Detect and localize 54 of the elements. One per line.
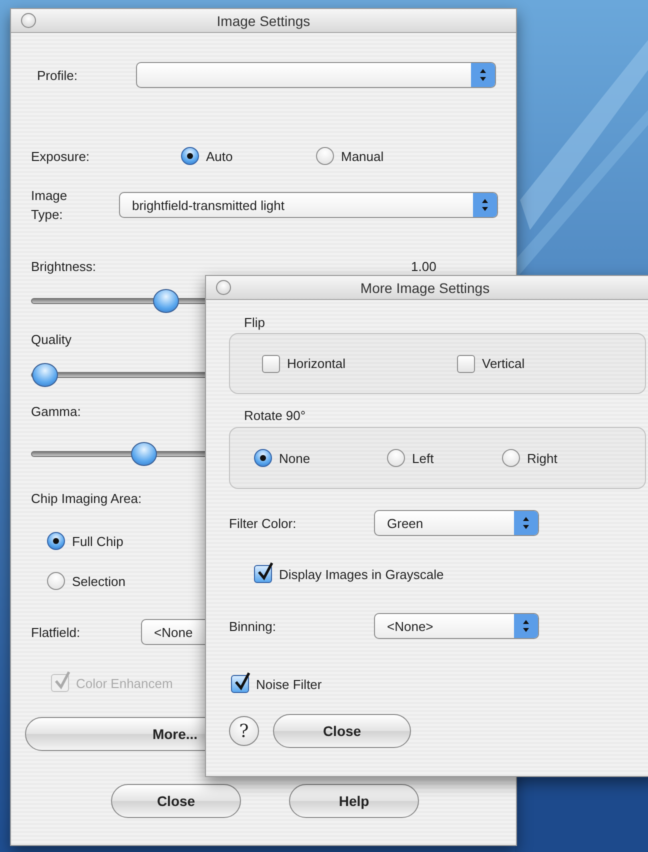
slider-thumb[interactable] — [130, 442, 157, 466]
slider-thumb[interactable] — [153, 289, 180, 313]
radio-button[interactable] — [181, 147, 199, 165]
close-button[interactable]: Close — [273, 714, 411, 748]
radio-button[interactable] — [316, 147, 334, 165]
section-label: Chip Imaging Area: — [31, 490, 142, 508]
radio-label: Right — [527, 450, 558, 466]
radio-label: Full Chip — [72, 534, 124, 548]
checkbox-label: Noise Filter — [256, 676, 322, 694]
group-label: Rotate 90° — [244, 406, 306, 424]
close-icon[interactable] — [216, 280, 231, 295]
radio-button[interactable] — [47, 572, 65, 590]
checkbox[interactable] — [254, 565, 272, 583]
checkbox[interactable] — [457, 354, 475, 372]
window-title: Image Settings — [216, 12, 312, 28]
checkbox-label: Display Images in Grayscale — [279, 566, 444, 584]
checkbox-label: Horizontal — [287, 355, 346, 373]
radio-button[interactable] — [254, 449, 272, 467]
field-label: Exposure: — [31, 148, 91, 166]
popup-menu[interactable] — [136, 62, 496, 88]
field-label: Filter Color: — [229, 514, 298, 532]
window-title: More Image Settings — [359, 280, 491, 296]
checkbox[interactable] — [231, 675, 249, 693]
stepper-icon — [514, 511, 538, 535]
close-icon[interactable] — [21, 13, 36, 28]
stepper-icon — [471, 63, 495, 87]
dialog-button[interactable]: Help — [289, 784, 419, 818]
checkbox-label: Vertical — [482, 355, 525, 373]
radio-label: Selection — [72, 574, 126, 588]
radio-button[interactable] — [502, 449, 520, 467]
stepper-icon — [473, 193, 497, 217]
field-label: Profile: — [37, 66, 78, 84]
dialog-button[interactable]: Close — [111, 784, 241, 818]
radio-label: None — [279, 450, 310, 466]
radio-label: Manual — [341, 148, 384, 164]
slider-value: 1.00 — [411, 258, 436, 276]
radio-button[interactable] — [387, 449, 405, 467]
radio-label: Left — [412, 450, 434, 466]
group-label: Flip — [244, 314, 265, 332]
checkbox-label: Color Enhancem — [76, 674, 173, 692]
help-button[interactable]: ? — [229, 716, 259, 746]
popup-menu[interactable]: brightfield-transmitted light — [119, 192, 498, 218]
slider-thumb[interactable] — [32, 363, 58, 387]
radio-button[interactable] — [47, 532, 65, 550]
checkbox[interactable] — [262, 354, 280, 372]
slider-label: Gamma: — [31, 402, 81, 420]
slider-label: Quality — [31, 330, 72, 348]
popup-menu[interactable]: <None> — [374, 613, 539, 639]
stepper-icon — [514, 614, 538, 638]
radio-label: Auto — [206, 148, 233, 164]
field-label: Flatfield: — [31, 624, 82, 642]
popup-menu[interactable]: Green — [374, 510, 539, 536]
slider-label: Brightness: — [31, 258, 98, 276]
field-label: Image Type: — [31, 187, 68, 224]
